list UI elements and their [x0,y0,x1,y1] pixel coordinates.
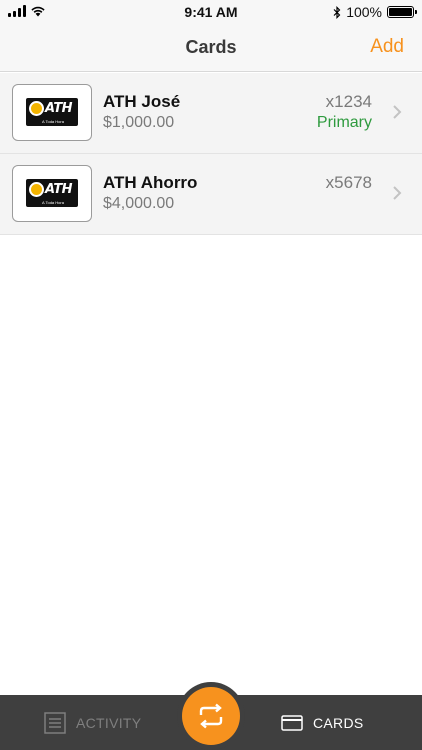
ath-logo-text: ATH [45,182,73,197]
ath-logo-subtext: A Toda Hora [42,200,64,205]
battery-percent: 100% [346,4,382,20]
battery-icon [387,6,417,18]
list-icon [44,711,66,734]
ath-logo: ATH A Toda Hora [26,98,78,126]
page-title: Cards [185,37,237,57]
ath-logo-subtext: A Toda Hora [42,119,64,124]
bluetooth-icon [333,5,341,19]
primary-badge: Primary [316,114,372,131]
tab-cards[interactable]: CARDS [281,695,364,750]
transfer-button[interactable] [182,687,240,745]
card-logo: ATH A Toda Hora [12,165,92,222]
ath-logo: ATH A Toda Hora [26,179,78,207]
card-list: ATH A Toda Hora ATH José $1,000.00 x1234… [0,73,422,235]
card-number: x1234 [325,92,372,111]
card-balance: $1,000.00 [103,114,175,131]
status-right: 100% [333,4,417,20]
credit-card-icon [281,714,303,731]
card-balance: $4,000.00 [103,195,175,212]
card-name: ATH Ahorro [103,173,198,192]
nav-bar: Cards Add [0,24,422,72]
chevron-right-icon [393,186,402,200]
transfer-arrows-icon [199,703,223,729]
chevron-right-icon [393,105,402,119]
status-bar: 9:41 AM 100% [0,0,422,24]
add-card-button[interactable]: Add [370,36,404,58]
card-row[interactable]: ATH A Toda Hora ATH José $1,000.00 x1234… [0,73,422,154]
ath-logo-text: ATH [45,101,73,116]
card-row[interactable]: ATH A Toda Hora ATH Ahorro $4,000.00 x56… [0,154,422,235]
tab-cards-label: CARDS [313,714,364,731]
card-logo: ATH A Toda Hora [12,84,92,141]
tab-activity-label: ACTIVITY [76,714,142,731]
tab-activity[interactable]: ACTIVITY [44,695,141,750]
card-name: ATH José [103,92,181,111]
card-number: x5678 [325,173,372,192]
